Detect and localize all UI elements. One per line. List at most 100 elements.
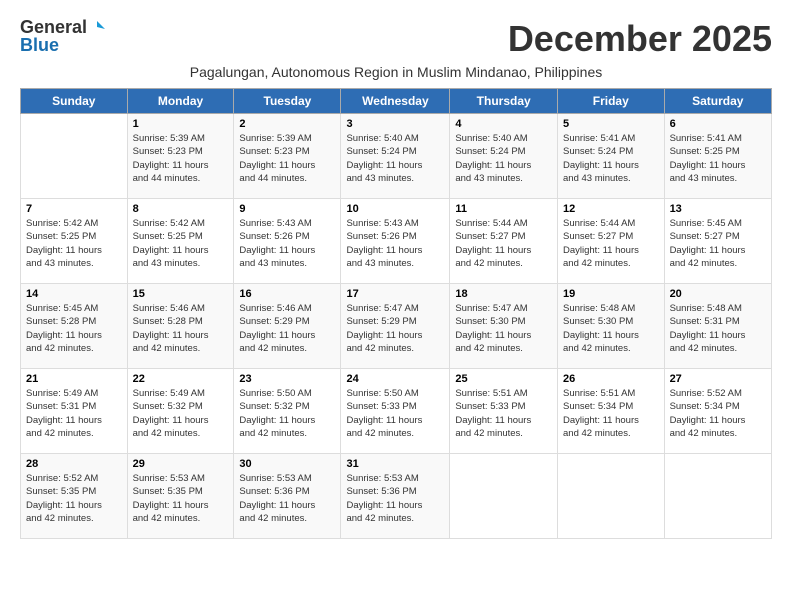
day-number: 21 [26,373,122,385]
header-tuesday: Tuesday [234,89,341,114]
day-number: 2 [239,118,335,130]
day-number: 27 [670,373,766,385]
calendar-cell: 27Sunrise: 5:52 AM Sunset: 5:34 PM Dayli… [664,369,771,454]
calendar-cell: 17 Sunrise: 5:47 AM Sunset: 5:29 PM Dayli… [341,284,450,369]
calendar-cell [21,114,128,199]
calendar-cell [664,454,771,539]
day-number: 3 [346,118,444,130]
day-info: Sunrise: 5:41 AM Sunset: 5:25 PM Dayligh… [670,132,766,185]
day-number: 18 [455,288,552,300]
day-info: Sunrise: 5:49 AM Sunset: 5:31 PM Dayligh… [26,387,122,440]
logo-bird-icon [89,19,105,35]
day-info: Sunrise: 5:48 AM Sunset: 5:30 PM Dayligh… [563,302,659,355]
day-info: Sunrise: 5:42 AM Sunset: 5:25 PM Dayligh… [133,217,229,270]
day-number: 5 [563,118,659,130]
day-info: Sunrise: 5:40 AM Sunset: 5:24 PM Dayligh… [455,132,552,185]
calendar-cell: 5 Sunrise: 5:41 AM Sunset: 5:24 PM Daylig… [558,114,665,199]
calendar-cell: 12 Sunrise: 5:44 AM Sunset: 5:27 PM Dayli… [558,199,665,284]
day-info: Sunrise: 5:41 AM Sunset: 5:24 PM Dayligh… [563,132,659,185]
calendar-cell: 14 Sunrise: 5:45 AM Sunset: 5:28 PM Dayli… [21,284,128,369]
day-info: Sunrise: 5:43 AM Sunset: 5:26 PM Dayligh… [346,217,444,270]
header-friday: Friday [558,89,665,114]
day-number: 12 [563,203,659,215]
day-number: 31 [346,458,444,470]
header-wednesday: Wednesday [341,89,450,114]
header-sunday: Sunday [21,89,128,114]
month-title: December 2025 [508,18,772,60]
day-number: 20 [670,288,766,300]
calendar-cell: 7 Sunrise: 5:42 AM Sunset: 5:25 PM Daylig… [21,199,128,284]
day-number: 25 [455,373,552,385]
header: General Blue December 2025 [20,18,772,60]
calendar-cell [558,454,665,539]
calendar-cell [450,454,558,539]
calendar-cell: 30 Sunrise: 5:53 AM Sunset: 5:36 PM Dayli… [234,454,341,539]
day-info: Sunrise: 5:42 AM Sunset: 5:25 PM Dayligh… [26,217,122,270]
day-number: 29 [133,458,229,470]
calendar-cell: 10Sunrise: 5:43 AM Sunset: 5:26 PM Dayli… [341,199,450,284]
week-row-2: 7 Sunrise: 5:42 AM Sunset: 5:25 PM Daylig… [21,199,772,284]
day-number: 14 [26,288,122,300]
calendar-cell: 20Sunrise: 5:48 AM Sunset: 5:31 PM Dayli… [664,284,771,369]
page: General Blue December 2025 Pagalungan, A… [0,0,792,549]
day-info: Sunrise: 5:47 AM Sunset: 5:29 PM Dayligh… [346,302,444,355]
day-info: Sunrise: 5:53 AM Sunset: 5:36 PM Dayligh… [239,472,335,525]
day-info: Sunrise: 5:46 AM Sunset: 5:28 PM Dayligh… [133,302,229,355]
week-row-4: 21 Sunrise: 5:49 AM Sunset: 5:31 PM Dayli… [21,369,772,454]
day-number: 8 [133,203,229,215]
day-info: Sunrise: 5:39 AM Sunset: 5:23 PM Dayligh… [133,132,229,185]
day-info: Sunrise: 5:52 AM Sunset: 5:35 PM Dayligh… [26,472,122,525]
day-info: Sunrise: 5:47 AM Sunset: 5:30 PM Dayligh… [455,302,552,355]
day-info: Sunrise: 5:44 AM Sunset: 5:27 PM Dayligh… [563,217,659,270]
day-info: Sunrise: 5:43 AM Sunset: 5:26 PM Dayligh… [239,217,335,270]
header-saturday: Saturday [664,89,771,114]
day-info: Sunrise: 5:53 AM Sunset: 5:36 PM Dayligh… [346,472,444,525]
subtitle: Pagalungan, Autonomous Region in Muslim … [20,64,772,80]
calendar-cell: 19 Sunrise: 5:48 AM Sunset: 5:30 PM Dayli… [558,284,665,369]
calendar-cell: 25 Sunrise: 5:51 AM Sunset: 5:33 PM Dayli… [450,369,558,454]
calendar-cell: 13Sunrise: 5:45 AM Sunset: 5:27 PM Dayli… [664,199,771,284]
calendar-cell: 16 Sunrise: 5:46 AM Sunset: 5:29 PM Dayli… [234,284,341,369]
day-number: 1 [133,118,229,130]
calendar-cell: 15Sunrise: 5:46 AM Sunset: 5:28 PM Dayli… [127,284,234,369]
day-info: Sunrise: 5:50 AM Sunset: 5:32 PM Dayligh… [239,387,335,440]
day-number: 17 [346,288,444,300]
day-number: 11 [455,203,552,215]
day-number: 22 [133,373,229,385]
day-number: 4 [455,118,552,130]
calendar-cell: 3Sunrise: 5:40 AM Sunset: 5:24 PM Daylig… [341,114,450,199]
day-info: Sunrise: 5:49 AM Sunset: 5:32 PM Dayligh… [133,387,229,440]
calendar-cell: 11Sunrise: 5:44 AM Sunset: 5:27 PM Dayli… [450,199,558,284]
day-number: 30 [239,458,335,470]
calendar-cell: 18 Sunrise: 5:47 AM Sunset: 5:30 PM Dayli… [450,284,558,369]
day-number: 13 [670,203,766,215]
day-number: 16 [239,288,335,300]
day-info: Sunrise: 5:51 AM Sunset: 5:33 PM Dayligh… [455,387,552,440]
day-info: Sunrise: 5:46 AM Sunset: 5:29 PM Dayligh… [239,302,335,355]
calendar-cell: 21 Sunrise: 5:49 AM Sunset: 5:31 PM Dayli… [21,369,128,454]
day-number: 19 [563,288,659,300]
day-info: Sunrise: 5:53 AM Sunset: 5:35 PM Dayligh… [133,472,229,525]
calendar-cell: 26 Sunrise: 5:51 AM Sunset: 5:34 PM Dayli… [558,369,665,454]
calendar-cell: 28 Sunrise: 5:52 AM Sunset: 5:35 PM Dayli… [21,454,128,539]
day-info: Sunrise: 5:51 AM Sunset: 5:34 PM Dayligh… [563,387,659,440]
day-info: Sunrise: 5:39 AM Sunset: 5:23 PM Dayligh… [239,132,335,185]
day-info: Sunrise: 5:50 AM Sunset: 5:33 PM Dayligh… [346,387,444,440]
calendar-cell: 2 Sunrise: 5:39 AM Sunset: 5:23 PM Daylig… [234,114,341,199]
calendar-cell: 23 Sunrise: 5:50 AM Sunset: 5:32 PM Dayli… [234,369,341,454]
day-number: 24 [346,373,444,385]
header-monday: Monday [127,89,234,114]
day-number: 23 [239,373,335,385]
calendar-cell: 24 Sunrise: 5:50 AM Sunset: 5:33 PM Dayli… [341,369,450,454]
day-number: 7 [26,203,122,215]
logo-general: General [20,18,87,36]
day-number: 26 [563,373,659,385]
calendar-cell: 22 Sunrise: 5:49 AM Sunset: 5:32 PM Dayli… [127,369,234,454]
day-number: 28 [26,458,122,470]
day-info: Sunrise: 5:45 AM Sunset: 5:28 PM Dayligh… [26,302,122,355]
calendar-cell: 31 Sunrise: 5:53 AM Sunset: 5:36 PM Dayli… [341,454,450,539]
day-number: 6 [670,118,766,130]
calendar-cell: 1 Sunrise: 5:39 AM Sunset: 5:23 PM Daylig… [127,114,234,199]
calendar-cell: 9Sunrise: 5:43 AM Sunset: 5:26 PM Daylig… [234,199,341,284]
calendar-cell: 6 Sunrise: 5:41 AM Sunset: 5:25 PM Daylig… [664,114,771,199]
